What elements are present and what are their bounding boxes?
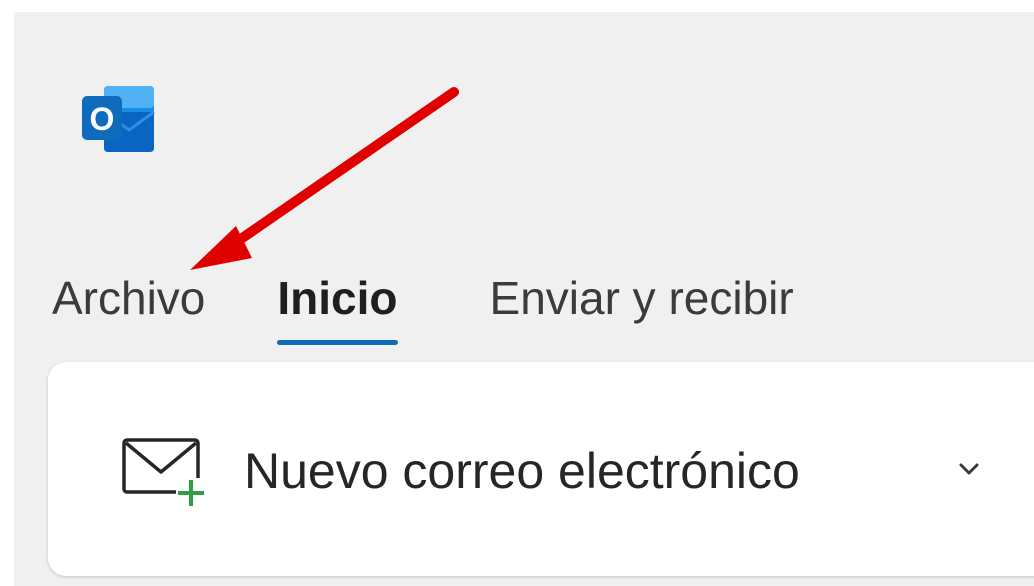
envelope-plus-icon: [122, 438, 206, 506]
logo-letter: O: [90, 101, 115, 137]
ribbon-panel: Nuevo correo electrónico: [48, 362, 1034, 576]
active-tab-indicator: [277, 340, 398, 345]
tab-archivo-label: Archivo: [52, 272, 206, 324]
top-strip: [0, 0, 1034, 10]
tab-inicio[interactable]: Inicio: [277, 266, 398, 345]
tab-inicio-label: Inicio: [277, 272, 398, 324]
outlook-logo-icon: O: [82, 86, 155, 152]
chevron-down-icon[interactable]: [956, 458, 982, 480]
ribbon-tabs: Archivo Inicio Enviar y recibir: [52, 266, 794, 346]
tab-enviar-y-recibir[interactable]: Enviar y recibir: [490, 266, 794, 330]
tab-archivo[interactable]: Archivo: [52, 266, 205, 330]
new-email-button[interactable]: Nuevo correo electrónico: [120, 434, 800, 508]
tab-enviar-y-recibir-label: Enviar y recibir: [489, 272, 794, 324]
new-email-label: Nuevo correo electrónico: [244, 443, 800, 499]
